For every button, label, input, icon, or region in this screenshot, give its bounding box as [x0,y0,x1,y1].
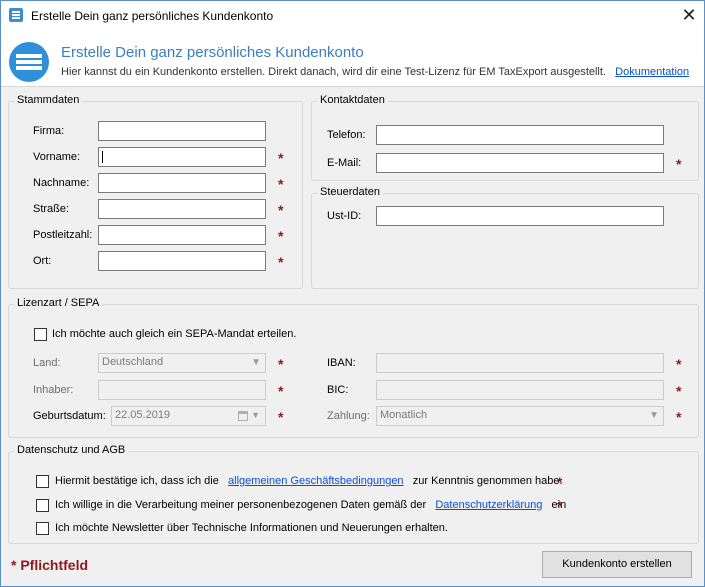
label-geburtsdatum: Geburtsdatum: [33,410,106,422]
ort-input[interactable] [98,251,266,271]
label-postleitzahl: Postleitzahl: [33,229,93,241]
label-inhaber: Inhaber: [33,384,74,396]
bic-input[interactable] [376,380,664,400]
agb-text-post: zur Kenntnis genommen habe. [412,475,563,487]
agb-link[interactable]: allgemeinen Geschäftsbedingungen [228,475,404,487]
agb-label: Hiermit bestätige ich, dass ich die allg… [55,475,563,487]
label-nachname: Nachname: [33,177,90,189]
label-email: E-Mail: [327,157,362,169]
required-mark-iban: * [676,356,682,372]
newsletter-checkbox[interactable] [36,522,49,535]
em-logo [9,42,49,82]
required-mark-agb: * [557,474,563,490]
app-icon [9,8,23,22]
required-mark-zahlung: * [676,409,682,425]
group-title-steuerdaten: Steuerdaten [317,186,383,198]
header-subtitle: Hier kannst du ein Kundenkonto erstellen… [61,66,689,78]
required-mark-strasse: * [278,202,284,218]
telefon-input[interactable] [376,125,664,145]
geburtsdatum-value: 22.05.2019 [115,409,171,421]
inhaber-input[interactable] [98,380,266,400]
label-telefon: Telefon: [327,129,366,141]
zahlung-value: Monatlich [380,409,428,421]
title-bar: Erstelle Dein ganz persönliches Kundenko… [1,1,704,31]
required-field-note: * Pflichtfeld [11,557,89,573]
required-mark-vorname: * [278,150,284,166]
land-value: Deutschland [102,356,164,368]
sepa-mandate-checkbox[interactable] [34,328,47,341]
group-title-kontaktdaten: Kontaktdaten [317,94,388,106]
group-title-datenschutz: Datenschutz und AGB [14,444,129,456]
required-mark-nachname: * [278,176,284,192]
label-strasse: Straße: [33,203,70,215]
close-button[interactable]: ✕ [674,1,704,31]
header-subtitle-text: Hier kannst du ein Kundenkonto erstellen… [61,66,606,78]
required-mark-geburtsdatum: * [278,409,284,425]
dialog-window: Erstelle Dein ganz persönliches Kundenko… [0,0,705,587]
land-select[interactable]: Deutschland ▼ [98,353,266,373]
required-mark-ort: * [278,254,284,270]
label-land: Land: [33,357,61,369]
ds-text-pre: Ich willige in die Verarbeitung meiner p… [55,499,427,511]
iban-input[interactable] [376,353,664,373]
window-title: Erstelle Dein ganz persönliches Kundenko… [31,9,274,23]
nachname-input[interactable] [98,173,266,193]
sepa-mandate-label: Ich möchte auch gleich ein SEPA-Mandat e… [52,328,297,340]
group-title-sepa: Lizenzart / SEPA [14,297,103,309]
header-panel: Erstelle Dein ganz persönliches Kundenko… [1,31,704,87]
ustid-input[interactable] [376,206,664,226]
create-account-button[interactable]: Kundenkonto erstellen [542,551,692,578]
label-bic: BIC: [327,384,349,396]
datenschutz-label: Ich willige in die Verarbeitung meiner p… [55,499,566,511]
required-mark-email: * [676,156,682,172]
calendar-icon [238,411,248,421]
required-mark-inhaber: * [278,383,284,399]
header-title: Erstelle Dein ganz persönliches Kundenko… [61,44,364,61]
label-ort: Ort: [33,255,52,267]
strasse-input[interactable] [98,199,266,219]
label-firma: Firma: [33,125,65,137]
agb-text-pre: Hiermit bestätige ich, dass ich die [55,475,219,487]
newsletter-label: Ich möchte Newsletter über Technische In… [55,522,448,534]
required-mark-land: * [278,356,284,372]
zahlung-select[interactable]: Monatlich ▼ [376,406,664,426]
firma-input[interactable] [98,121,266,141]
label-vorname: Vorname: [33,151,81,163]
vorname-input[interactable] [98,147,266,167]
datenschutz-checkbox[interactable] [36,499,49,512]
datenschutz-link[interactable]: Datenschutzerklärung [435,499,542,511]
required-mark-bic: * [676,383,682,399]
label-ustid: Ust-ID: [327,210,362,222]
required-mark-postleitzahl: * [278,228,284,244]
text-caret [102,151,103,163]
postleitzahl-input[interactable] [98,225,266,245]
agb-checkbox[interactable] [36,475,49,488]
group-title-stammdaten: Stammdaten [14,94,83,106]
chevron-down-icon: ▼ [251,410,260,420]
documentation-link[interactable]: Dokumentation [615,66,689,78]
chevron-down-icon: ▼ [251,357,261,368]
chevron-down-icon: ▼ [649,410,659,421]
required-mark-datenschutz: * [557,498,563,514]
label-zahlung: Zahlung: [327,410,370,422]
geburtsdatum-picker[interactable]: 22.05.2019 ▼ [111,406,266,426]
email-input[interactable] [376,153,664,173]
label-iban: IBAN: [327,357,356,369]
